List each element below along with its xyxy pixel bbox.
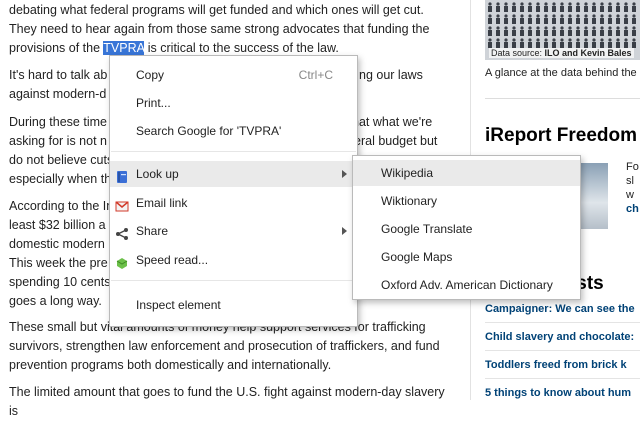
- submenu-arrow-icon: [342, 170, 347, 178]
- article-paragraph-6: The limited amount that goes to fund the…: [9, 385, 445, 418]
- sidebar-link-divider: [485, 322, 640, 323]
- menu-item-inspect-element[interactable]: Inspect element: [110, 292, 357, 318]
- submenu-item-wikipedia[interactable]: Wikipedia: [353, 160, 580, 186]
- menu-separator: [111, 280, 356, 281]
- menu-item-email-link[interactable]: Email link: [110, 190, 357, 216]
- email-icon: [115, 196, 129, 212]
- menu-separator: [111, 151, 356, 152]
- ireport-blurb: Fo sl w ch: [626, 161, 639, 215]
- submenu-item-oxford-dictionary[interactable]: Oxford Adv. American Dictionary: [353, 272, 580, 298]
- sidebar-link[interactable]: 5 things to know about hum: [485, 387, 631, 399]
- speed-read-icon: [115, 253, 129, 269]
- menu-item-search-google[interactable]: Search Google for 'TVPRA': [110, 118, 357, 144]
- ireport-thumbnail[interactable]: [580, 163, 608, 229]
- sidebar-link[interactable]: Toddlers freed from brick k: [485, 359, 627, 371]
- sidebar-link[interactable]: Child slavery and chocolate:: [485, 331, 634, 343]
- submenu-item-google-maps[interactable]: Google Maps: [353, 244, 580, 270]
- context-menu: Copy Ctrl+C Print... Search Google for '…: [109, 55, 358, 327]
- sidebar-link-divider: [485, 350, 640, 351]
- sidebar-divider: [485, 98, 640, 99]
- menu-item-copy[interactable]: Copy Ctrl+C: [110, 62, 357, 88]
- shortcut-label: Ctrl+C: [298, 68, 333, 82]
- share-icon: [115, 224, 129, 240]
- submenu-item-wiktionary[interactable]: Wiktionary: [353, 188, 580, 214]
- image-caption[interactable]: A glance at the data behind the p: [485, 67, 640, 79]
- submenu-arrow-icon: [342, 227, 347, 235]
- data-source-label: Data source: ILO and Kevin Bales: [489, 48, 634, 58]
- book-icon: [115, 167, 129, 183]
- menu-item-print[interactable]: Print...: [110, 90, 357, 116]
- ireport-title[interactable]: iReport Freedom P: [485, 125, 640, 147]
- infographic-image[interactable]: Data source: ILO and Kevin Bales: [485, 0, 640, 60]
- page: debating what federal programs will get …: [0, 0, 640, 418]
- menu-item-speed-read[interactable]: Speed read...: [110, 247, 357, 273]
- submenu-item-google-translate[interactable]: Google Translate: [353, 216, 580, 242]
- look-up-submenu: Wikipedia Wiktionary Google Translate Go…: [352, 155, 581, 300]
- article-paragraph-1: debating what federal programs will get …: [9, 3, 430, 55]
- selected-text[interactable]: TVPRA: [103, 41, 145, 55]
- sidebar-link-divider: [485, 378, 640, 379]
- sidebar-link[interactable]: Campaigner: We can see the: [485, 303, 635, 315]
- menu-item-look-up[interactable]: Look up: [110, 161, 357, 187]
- menu-item-share[interactable]: Share: [110, 218, 357, 244]
